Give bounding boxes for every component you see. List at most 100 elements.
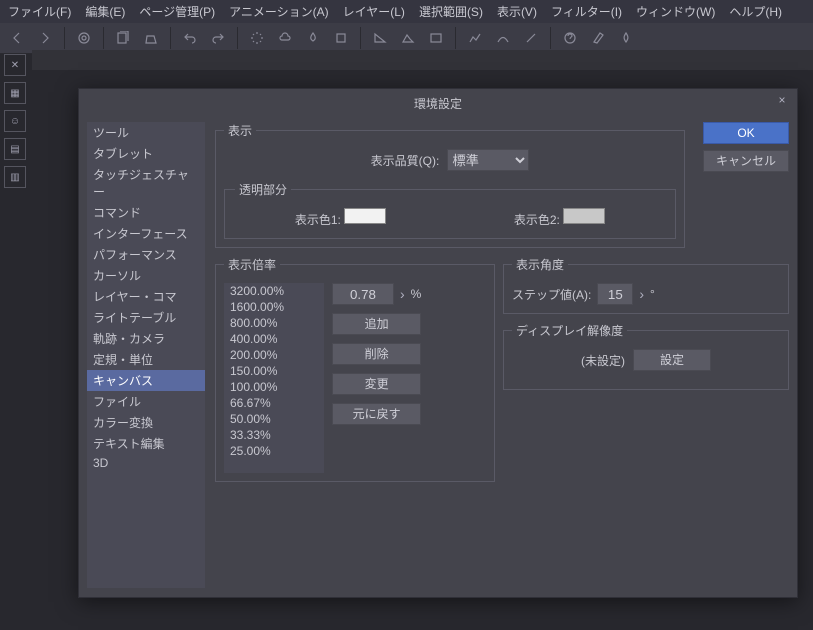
zoom-legend: 表示倍率 — [224, 256, 280, 273]
resolution-legend: ディスプレイ解像度 — [512, 322, 627, 339]
display-legend: 表示 — [224, 122, 256, 139]
zoom-value[interactable]: 50.00% — [224, 411, 324, 427]
menu-page[interactable]: ページ管理(P) — [139, 3, 215, 20]
zoom-unit: % — [411, 287, 422, 301]
spiral-icon[interactable] — [73, 27, 95, 49]
crop-icon[interactable] — [330, 27, 352, 49]
zoom-list[interactable]: 3200.00% 1600.00% 800.00% 400.00% 200.00… — [224, 283, 324, 473]
curve-icon[interactable] — [492, 27, 514, 49]
menu-view[interactable]: 表示(V) — [497, 3, 537, 20]
category-3d[interactable]: 3D — [87, 454, 205, 472]
zoom-value[interactable]: 100.00% — [224, 379, 324, 395]
zoom-value[interactable]: 1600.00% — [224, 299, 324, 315]
category-file[interactable]: ファイル — [87, 391, 205, 412]
mountain-icon[interactable] — [397, 27, 419, 49]
drop-icon[interactable] — [302, 27, 324, 49]
category-tool[interactable]: ツール — [87, 122, 205, 143]
zoom-value[interactable]: 66.67% — [224, 395, 324, 411]
category-layer-frame[interactable]: レイヤー・コマ — [87, 286, 205, 307]
open-icon[interactable] — [140, 27, 162, 49]
undo-icon[interactable] — [179, 27, 201, 49]
color2-swatch[interactable] — [563, 208, 605, 224]
chevron-left-icon[interactable] — [6, 27, 28, 49]
quality-select[interactable]: 標準 — [447, 149, 529, 171]
zoom-value[interactable]: 33.33% — [224, 427, 324, 443]
polyline-icon[interactable] — [464, 27, 486, 49]
zoom-reset-button[interactable]: 元に戻す — [332, 403, 421, 425]
redo-icon[interactable] — [207, 27, 229, 49]
menu-selection[interactable]: 選択範囲(S) — [419, 3, 483, 20]
category-text-edit[interactable]: テキスト編集 — [87, 433, 205, 454]
ok-button[interactable]: OK — [703, 122, 789, 144]
menu-filter[interactable]: フィルター(I) — [551, 3, 622, 20]
line-icon[interactable] — [520, 27, 542, 49]
pen-icon[interactable] — [587, 27, 609, 49]
transparency-legend: 透明部分 — [235, 181, 291, 198]
category-cursor[interactable]: カーソル — [87, 265, 205, 286]
zoom-delete-button[interactable]: 削除 — [332, 343, 421, 365]
panel-tab-layer-icon[interactable]: ▤ — [4, 138, 26, 160]
angle-group: 表示角度 ステップ値(A): › ° — [503, 256, 789, 314]
color1-swatch[interactable] — [344, 208, 386, 224]
zoom-value[interactable]: 25.00% — [224, 443, 324, 459]
category-list[interactable]: ツール タブレット タッチジェスチャー コマンド インターフェース パフォーマン… — [87, 122, 205, 588]
chevron-right-icon[interactable]: › — [639, 286, 644, 302]
color1-label: 表示色1: — [295, 213, 341, 227]
menu-file[interactable]: ファイル(F) — [8, 3, 71, 20]
category-interface[interactable]: インターフェース — [87, 223, 205, 244]
loading-icon[interactable] — [246, 27, 268, 49]
menu-edit[interactable]: 編集(E) — [85, 3, 125, 20]
zoom-add-button[interactable]: 追加 — [332, 313, 421, 335]
zoom-value[interactable]: 800.00% — [224, 315, 324, 331]
settings-area: OK キャンセル 表示 表示品質(Q): 標準 透明部分 表示色1: — [215, 122, 789, 588]
angle-legend: 表示角度 — [512, 256, 568, 273]
close-icon[interactable]: × — [773, 93, 791, 111]
triangle-icon[interactable] — [369, 27, 391, 49]
left-tool-panel: ✕ ▦ ☺ ▤ ▥ — [0, 50, 28, 192]
zoom-value[interactable]: 150.00% — [224, 363, 324, 379]
panel-tab-x-icon[interactable]: ✕ — [4, 54, 26, 76]
menu-animation[interactable]: アニメーション(A) — [229, 3, 329, 20]
panel-tab-material-icon[interactable]: ▥ — [4, 166, 26, 188]
category-tablet[interactable]: タブレット — [87, 143, 205, 164]
category-performance[interactable]: パフォーマンス — [87, 244, 205, 265]
zoom-change-button[interactable]: 変更 — [332, 373, 421, 395]
category-light-table[interactable]: ライトテーブル — [87, 307, 205, 328]
category-ruler-unit[interactable]: 定規・単位 — [87, 349, 205, 370]
cloud-icon[interactable] — [274, 27, 296, 49]
zoom-input[interactable] — [332, 283, 394, 305]
angle-step-input[interactable] — [597, 283, 633, 305]
menu-layer[interactable]: レイヤー(L) — [343, 3, 405, 20]
panel-tab-gallery-icon[interactable]: ▦ — [4, 82, 26, 104]
zoom-value[interactable]: 3200.00% — [224, 283, 324, 299]
color2-label: 表示色2: — [514, 213, 560, 227]
menu-help[interactable]: ヘルプ(H) — [729, 3, 782, 20]
zoom-group: 表示倍率 3200.00% 1600.00% 800.00% 400.00% 2… — [215, 256, 495, 482]
rect-icon[interactable] — [425, 27, 447, 49]
new-canvas-icon[interactable] — [112, 27, 134, 49]
display-group: 表示 表示品質(Q): 標準 透明部分 表示色1: — [215, 122, 685, 248]
help-icon[interactable] — [559, 27, 581, 49]
transparency-group: 透明部分 表示色1: 表示色2: — [224, 181, 676, 239]
category-touch[interactable]: タッチジェスチャー — [87, 164, 205, 202]
dialog-title: 環境設定 — [414, 97, 462, 111]
resolution-set-button[interactable]: 設定 — [633, 349, 711, 371]
flame-icon[interactable] — [615, 27, 637, 49]
dialog-title-bar: 環境設定 × — [79, 89, 797, 118]
chevron-right-icon[interactable]: › — [400, 286, 405, 302]
canvas-area — [32, 50, 813, 70]
quality-label: 表示品質(Q): — [371, 152, 440, 169]
menu-window[interactable]: ウィンドウ(W) — [636, 3, 715, 20]
category-track-camera[interactable]: 軌跡・カメラ — [87, 328, 205, 349]
panel-tab-figure-icon[interactable]: ☺ — [4, 110, 26, 132]
resolution-status: (未設定) — [581, 352, 625, 369]
category-color-convert[interactable]: カラー変換 — [87, 412, 205, 433]
zoom-value[interactable]: 200.00% — [224, 347, 324, 363]
angle-step-label: ステップ値(A): — [512, 286, 591, 303]
category-canvas[interactable]: キャンバス — [87, 370, 205, 391]
chevron-right-icon[interactable] — [34, 27, 56, 49]
zoom-value[interactable]: 400.00% — [224, 331, 324, 347]
cancel-button[interactable]: キャンセル — [703, 150, 789, 172]
menu-bar: ファイル(F) 編集(E) ページ管理(P) アニメーション(A) レイヤー(L… — [0, 0, 813, 23]
category-command[interactable]: コマンド — [87, 202, 205, 223]
